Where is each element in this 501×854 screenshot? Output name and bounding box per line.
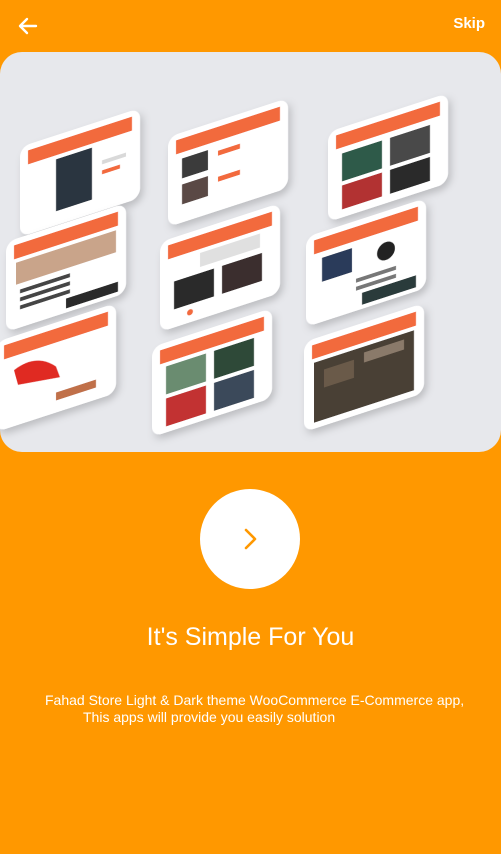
skip-button[interactable]: Skip (453, 15, 485, 32)
phone-mockup (306, 200, 426, 325)
chevron-right-icon (244, 528, 257, 550)
top-bar: Skip (0, 0, 501, 52)
phone-mockup (328, 95, 448, 220)
app-screens-mockup (0, 95, 448, 435)
description-line-1: Fahad Store Light & Dark theme WooCommer… (45, 692, 465, 708)
phone-mockup (304, 305, 424, 430)
description-line-2: This apps will provide you easily soluti… (83, 709, 336, 725)
arrow-left-icon (18, 17, 38, 35)
next-button[interactable] (200, 489, 300, 589)
page-title: It's Simple For You (146, 623, 355, 651)
hero-mockup-image (0, 52, 501, 452)
back-button[interactable] (14, 12, 42, 40)
